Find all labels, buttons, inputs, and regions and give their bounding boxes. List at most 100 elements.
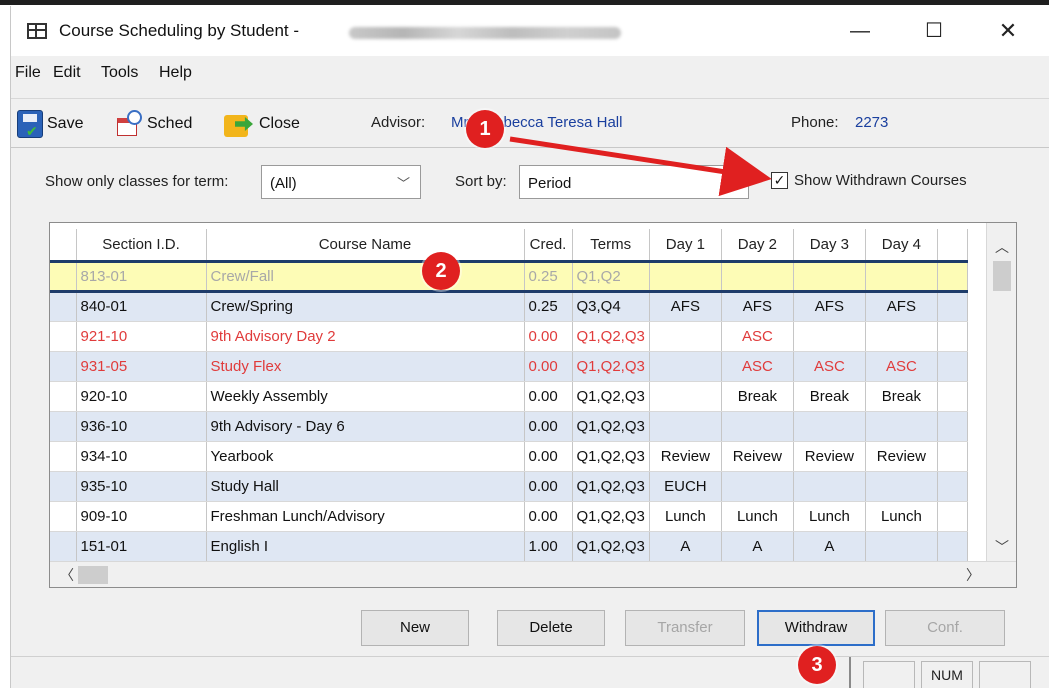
day2-cell: A [721,531,794,562]
day1-cell [649,381,722,412]
row-selector[interactable] [50,381,77,412]
table-row[interactable]: 931-05 Study Flex 0.00 Q1,Q2,Q3 ASC ASC ASC [50,351,968,382]
course-name-cell: Crew/Fall [206,259,525,293]
table-row[interactable]: 920-10 Weekly Assembly 0.00 Q1,Q2,Q3 Break Br… [50,381,968,412]
scroll-down-icon[interactable]: ﹀ [995,537,1009,557]
column-header[interactable]: Cred. [524,229,573,262]
section-id-cell: 935-10 [76,471,207,502]
table-row[interactable]: 921-10 9th Advisory Day 2 0.00 Q1,Q2,Q3 ASC [50,321,968,352]
annotation-badge-1: 1 [466,110,504,148]
withdraw-button[interactable]: Withdraw [757,610,875,646]
row-selector[interactable] [50,471,77,502]
day4-cell: Break [865,381,938,412]
show-withdrawn-checkbox[interactable]: ✓ Show Withdrawn Courses [771,172,967,189]
menu-edit[interactable]: Edit [53,64,81,82]
credit-cell: 0.25 [524,259,573,293]
action-buttons: New Delete Transfer Withdraw Conf. [11,610,1049,650]
row-selector-header [50,229,77,262]
day1-cell [649,259,722,293]
close-button[interactable]: Close [221,107,300,141]
day4-cell: Lunch [865,501,938,532]
table-row[interactable]: 935-10 Study Hall 0.00 Q1,Q2,Q3 EUCH [50,471,968,502]
day3-cell [793,411,866,442]
vertical-scrollbar[interactable]: ︿ ﹀ [986,223,1016,563]
day2-cell [721,471,794,502]
term-select[interactable]: (All) ﹀ [261,165,421,199]
terms-cell: Q1,Q2,Q3 [572,501,650,532]
column-header[interactable]: Day 2 [721,229,794,262]
term-select-value: (All) [270,175,297,192]
scroll-right-icon[interactable]: 〉 [966,565,980,585]
day2-cell: ASC [721,321,794,352]
day3-cell: ASC [793,351,866,382]
column-header[interactable]: Day 1 [649,229,722,262]
scroll-left-icon[interactable]: 〈 [60,565,74,585]
column-header[interactable]: Section I.D. [76,229,207,262]
scroll-up-icon[interactable]: ︿ [995,237,1009,257]
title-bar: Course Scheduling by Student - — ☐ ✕ [11,6,1049,56]
maximize-button[interactable]: ☐ [911,16,957,46]
column-header[interactable]: Course Name [206,229,525,262]
sched-button[interactable]: Sched [115,107,192,141]
course-name-cell: English I [206,531,525,562]
course-name-cell: 9th Advisory - Day 6 [206,411,525,442]
calendar-clock-icon [115,110,143,138]
day4-cell [865,411,938,442]
conf-button[interactable]: Conf. [885,610,1005,646]
close-window-button[interactable]: ✕ [985,16,1031,46]
table-row[interactable]: 151-01 English I 1.00 Q1,Q2,Q3 A A A [50,531,968,562]
row-selector[interactable] [50,351,77,382]
section-id-cell: 931-05 [76,351,207,382]
row-selector[interactable] [50,291,77,322]
row-selector[interactable] [50,531,77,562]
row-selector[interactable] [50,411,77,442]
scroll-thumb[interactable] [78,566,108,584]
day2-cell [721,411,794,442]
course-name-cell: Yearbook [206,441,525,472]
overflow-cell [937,471,968,502]
table-row[interactable]: 840-01 Crew/Spring 0.25 Q3,Q4 AFS AFS AFS AFS [50,291,968,322]
table-row[interactable]: 936-10 9th Advisory - Day 6 0.00 Q1,Q2,Q3 [50,411,968,442]
table-row[interactable]: 909-10 Freshman Lunch/Advisory 0.00 Q1,Q2,Q… [50,501,968,532]
save-button[interactable]: Save [17,107,83,141]
credit-cell: 0.00 [524,501,573,532]
day1-cell: AFS [649,291,722,322]
row-selector[interactable] [50,441,77,472]
transfer-button[interactable]: Transfer [625,610,745,646]
app-grid-icon [27,23,47,39]
day3-cell: A [793,531,866,562]
phone-value: 2273 [855,114,889,131]
row-selector[interactable] [50,501,77,532]
row-selector[interactable] [50,321,77,352]
overflow-cell [937,321,968,352]
menu-tools[interactable]: Tools [101,64,138,82]
annotation-badge-3: 3 [798,646,836,684]
menu-file[interactable]: File [15,64,41,82]
column-header[interactable]: Terms [572,229,650,262]
column-header[interactable]: Day 3 [793,229,866,262]
term-filter-label: Show only classes for term: [45,173,229,190]
course-name-cell: 9th Advisory Day 2 [206,321,525,352]
status-pane-empty [863,661,915,688]
day3-cell: Lunch [793,501,866,532]
course-grid: Section I.D. Course Name Cred. Terms Day… [49,222,1017,588]
checkbox-box[interactable]: ✓ [771,172,788,189]
delete-button[interactable]: Delete [497,610,605,646]
horizontal-scrollbar[interactable]: 〈 〉 [50,561,1016,587]
status-divider [849,657,851,688]
menu-help[interactable]: Help [159,64,192,82]
scroll-thumb[interactable] [993,261,1011,291]
table-row[interactable]: 934-10 Yearbook 0.00 Q1,Q2,Q3 Review Reivew Re… [50,441,968,472]
sort-label: Sort by: [455,173,507,190]
overflow-cell [937,291,968,322]
minimize-button[interactable]: — [837,16,883,46]
credit-cell: 0.25 [524,291,573,322]
row-selector[interactable] [50,259,77,293]
new-button[interactable]: New [361,610,469,646]
terms-cell: Q1,Q2,Q3 [572,381,650,412]
advisor-label: Advisor: [371,114,426,131]
sort-select[interactable]: Period ﹀ [519,165,749,199]
table-row[interactable]: 813-01 Crew/Fall 0.25 Q1,Q2 [50,259,968,293]
overflow-cell [937,351,968,382]
column-header[interactable]: Day 4 [865,229,938,262]
